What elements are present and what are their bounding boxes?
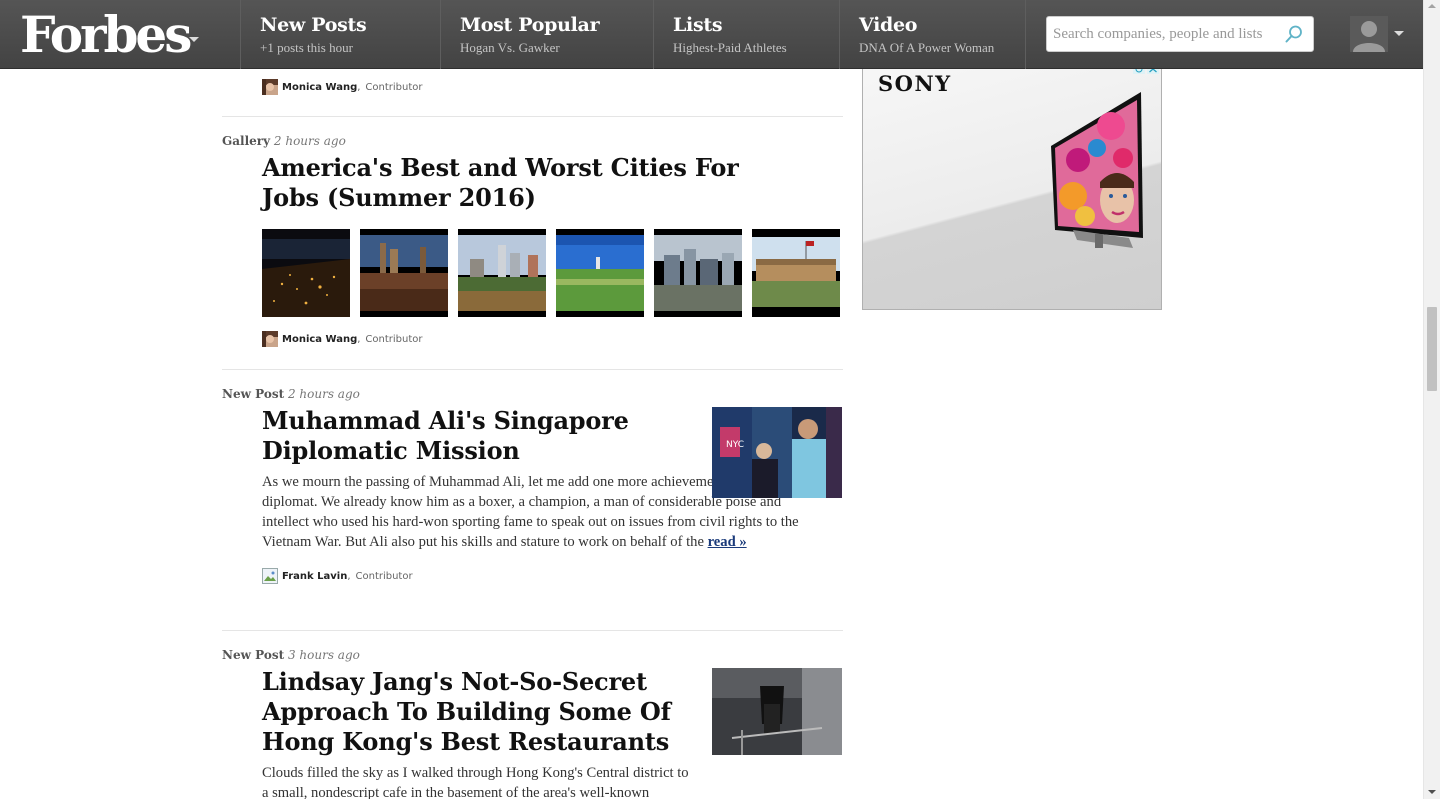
author-photo-icon[interactable]: [262, 79, 278, 95]
gallery-thumbnail[interactable]: [360, 229, 448, 317]
item-type: New Post: [222, 648, 285, 662]
author-name[interactable]: Monica Wang: [282, 82, 357, 93]
nav-video[interactable]: Video DNA Of A Power Woman: [839, 0, 1026, 69]
search-icon[interactable]: [1284, 24, 1304, 44]
nav-item-subtitle[interactable]: +1 posts this hour: [260, 40, 440, 56]
gallery-thumbnail[interactable]: [262, 229, 350, 317]
read-more-link[interactable]: read »: [708, 534, 747, 550]
author-byline: Frank Lavin , Contributor: [262, 568, 843, 584]
scroll-down-arrow-icon[interactable]: [1428, 790, 1436, 794]
gallery-thumbnail[interactable]: [458, 229, 546, 317]
author-byline: Monica Wang , Contributor: [262, 79, 423, 95]
logo-dropdown-caret-icon[interactable]: [189, 37, 199, 42]
nav-item-title[interactable]: Video: [859, 12, 1025, 38]
stream-item-post: New Post 3 hours ago Lindsay Jang's Not-…: [222, 647, 843, 799]
byline-separator: ,: [347, 570, 351, 582]
author-byline: Monica Wang , Contributor: [262, 331, 843, 347]
author-name[interactable]: Monica Wang: [282, 334, 357, 345]
author-photo-icon[interactable]: [262, 331, 278, 347]
author-photo-placeholder-icon[interactable]: [262, 568, 278, 584]
author-role: Contributor: [365, 333, 423, 345]
item-headline[interactable]: Lindsay Jang's Not-So-Secret Approach To…: [262, 667, 702, 757]
nav-item-title[interactable]: Lists: [673, 12, 839, 38]
item-meta: New Post 3 hours ago: [222, 647, 843, 663]
nav-item-subtitle[interactable]: Hogan Vs. Gawker: [460, 40, 653, 56]
scroll-up-arrow-icon[interactable]: [1428, 4, 1436, 8]
author-role: Contributor: [355, 570, 413, 582]
gallery-thumbnail[interactable]: [752, 229, 840, 317]
item-thumbnail-image[interactable]: NYC: [712, 407, 842, 498]
nav-lists[interactable]: Lists Highest-Paid Athletes: [653, 0, 839, 69]
byline-separator: ,: [357, 81, 361, 93]
nav-item-subtitle[interactable]: DNA Of A Power Woman: [859, 40, 1025, 56]
nav-item-title[interactable]: Most Popular: [460, 12, 653, 38]
gallery-thumbnail[interactable]: [654, 229, 742, 317]
item-divider: [222, 630, 843, 631]
item-type: New Post: [222, 387, 285, 401]
forbes-logo[interactable]: Forbes: [20, 6, 192, 64]
author-role: Contributor: [365, 81, 423, 93]
search-box: [1046, 16, 1314, 52]
top-navigation-bar: Forbes New Posts +1 posts this hour Most…: [0, 0, 1423, 69]
item-time: 2 hours ago: [273, 134, 346, 148]
search-input[interactable]: [1047, 17, 1277, 51]
excerpt-text: Clouds filled the sky as I walked throug…: [262, 765, 689, 799]
item-time: 3 hours ago: [287, 648, 360, 662]
stream-item-post: New Post 2 hours ago Muhammad Ali's Sing…: [222, 386, 843, 584]
nav-item-title[interactable]: New Posts: [260, 12, 440, 38]
author-name[interactable]: Frank Lavin: [282, 571, 347, 582]
ad-brand-logo: SONY: [878, 71, 952, 96]
item-meta: Gallery 2 hours ago: [222, 133, 843, 149]
nav-most-popular[interactable]: Most Popular Hogan Vs. Gawker: [440, 0, 653, 69]
item-type: Gallery: [222, 134, 271, 148]
user-avatar-icon[interactable]: [1350, 16, 1388, 52]
item-meta: New Post 2 hours ago: [222, 386, 843, 402]
gallery-thumbnail[interactable]: [556, 229, 644, 317]
svg-text:NYC: NYC: [726, 440, 744, 450]
nav-new-posts[interactable]: New Posts +1 posts this hour: [240, 0, 440, 69]
item-excerpt: Clouds filled the sky as I walked throug…: [262, 763, 694, 799]
scrollbar-thumb[interactable]: [1427, 307, 1437, 391]
gallery-thumbnails: [262, 229, 843, 317]
item-thumbnail-image[interactable]: [712, 668, 842, 755]
account-dropdown-caret-icon[interactable]: [1394, 31, 1404, 36]
stream-item-gallery: Gallery 2 hours ago America's Best and W…: [222, 133, 843, 347]
nav-item-subtitle[interactable]: Highest-Paid Athletes: [673, 40, 839, 56]
byline-separator: ,: [357, 333, 361, 345]
item-divider: [222, 116, 843, 117]
tv-product-image: [1051, 92, 1143, 248]
item-headline[interactable]: Muhammad Ali's Singapore Diplomatic Miss…: [262, 406, 682, 466]
item-headline[interactable]: America's Best and Worst Cities For Jobs…: [262, 153, 762, 213]
item-divider: [222, 369, 843, 370]
vertical-scrollbar[interactable]: [1423, 0, 1440, 799]
sony-advertisement[interactable]: SONY: [862, 59, 1162, 310]
item-time: 2 hours ago: [287, 387, 360, 401]
